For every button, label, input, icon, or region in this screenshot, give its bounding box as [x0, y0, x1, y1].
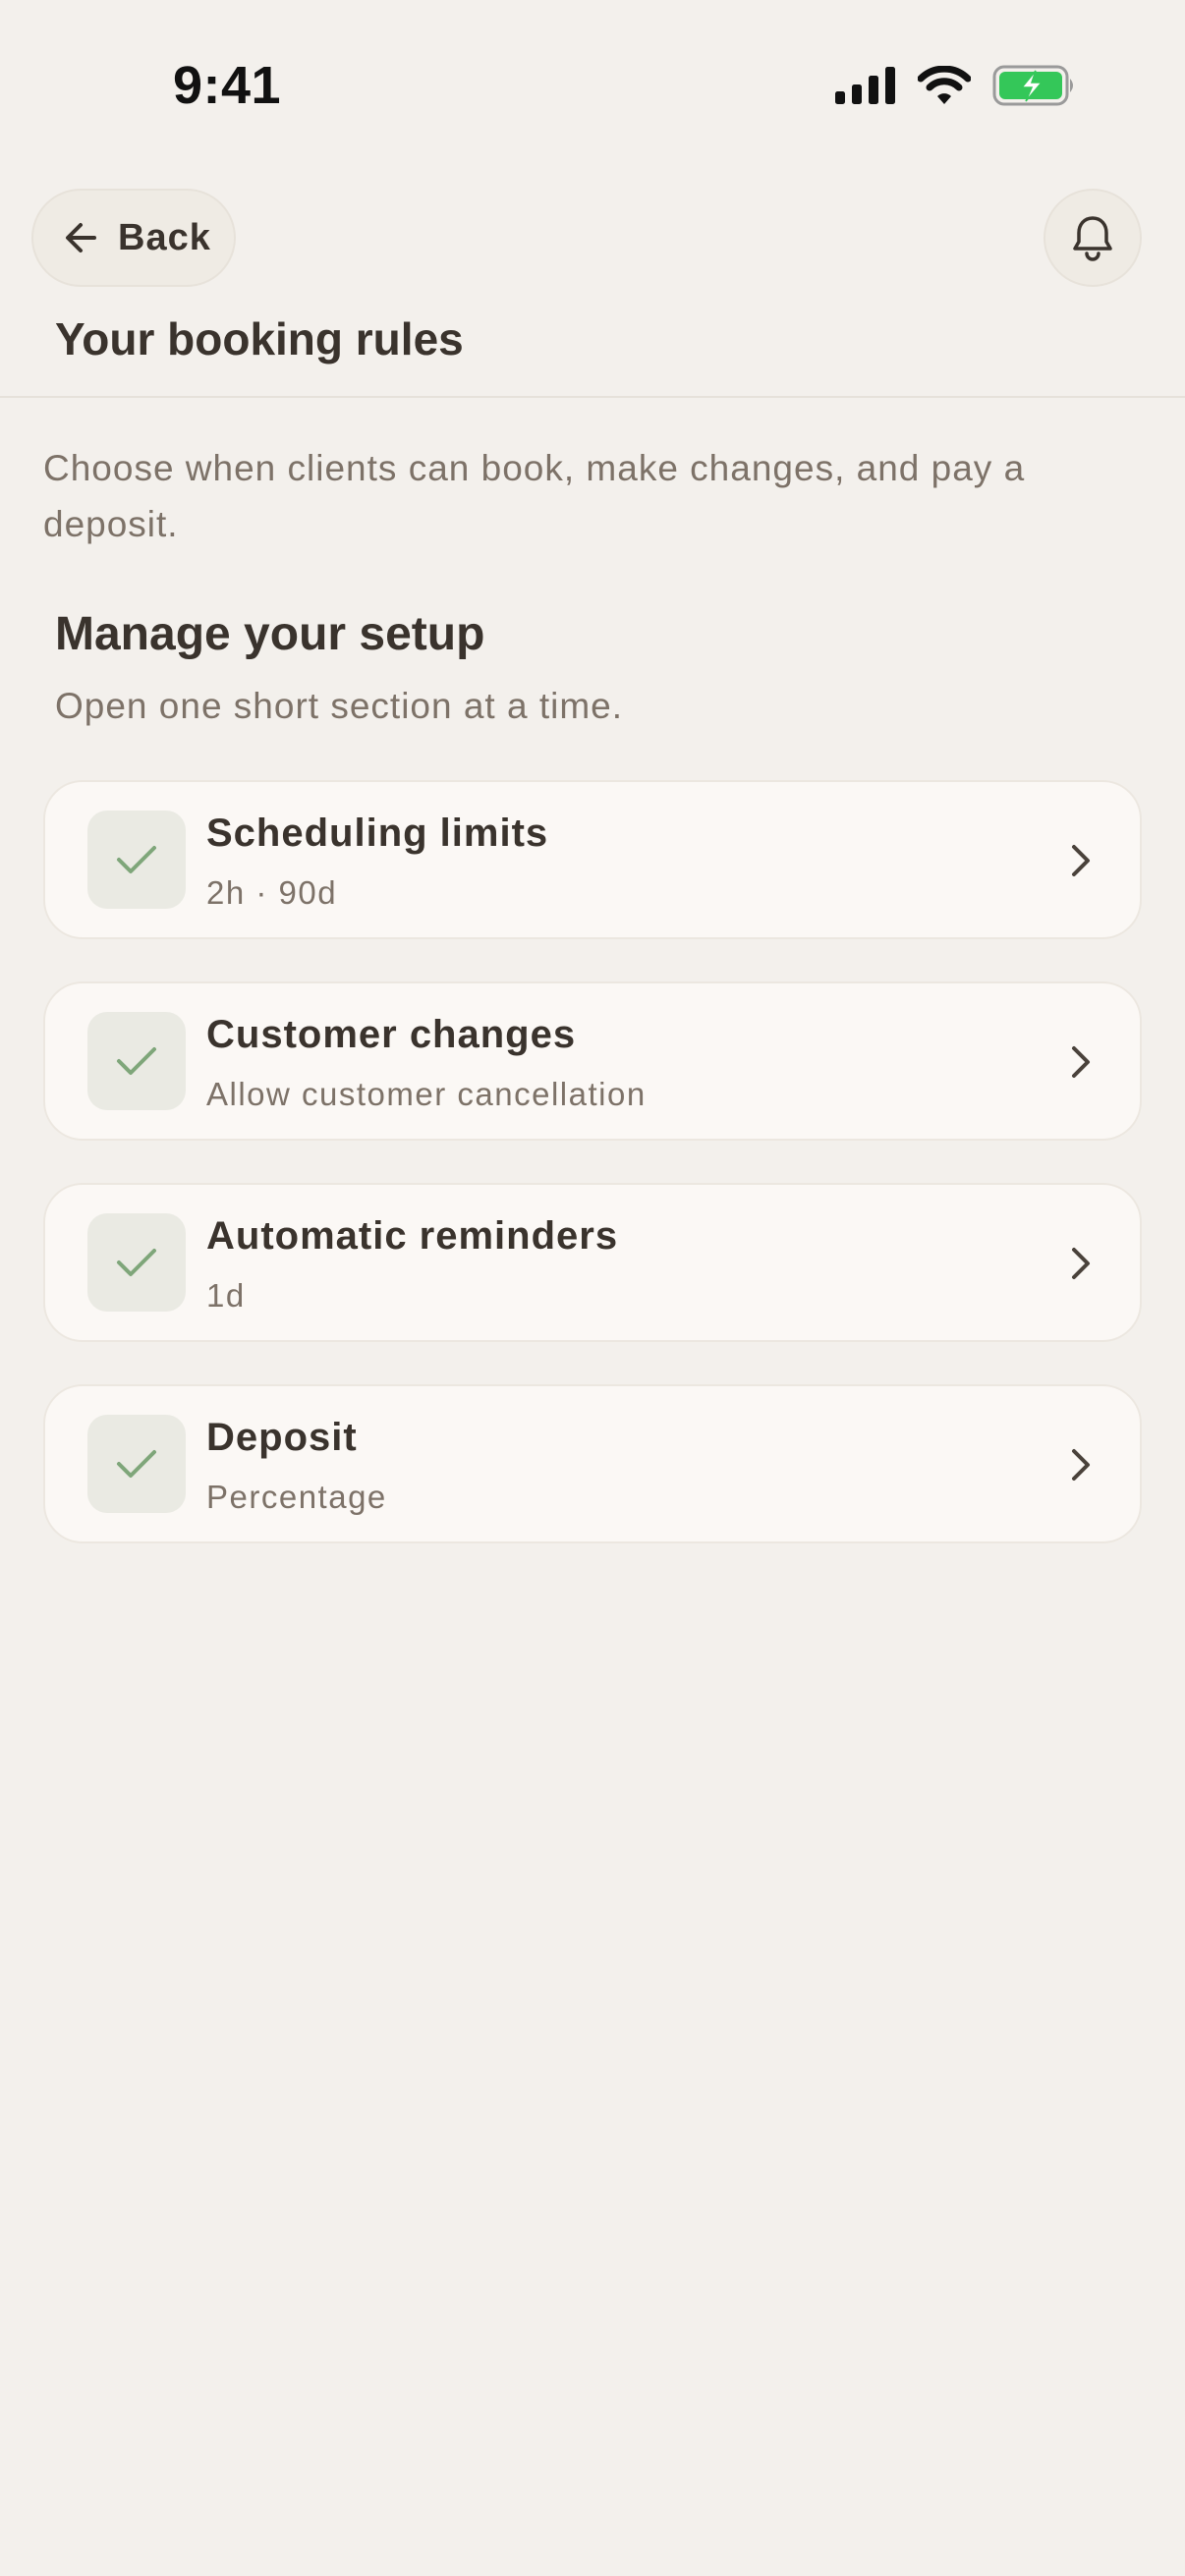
cellular-signal-icon: [835, 67, 895, 104]
status-check: [87, 1213, 186, 1312]
chevron-right-icon: [1072, 1046, 1090, 1078]
check-icon: [117, 1047, 156, 1075]
chevron-right-icon: [1072, 1449, 1090, 1481]
chevron-right-icon: [1072, 845, 1090, 876]
card-subtitle: 1d: [206, 1277, 246, 1314]
intro-text: Choose when clients can book, make chang…: [43, 448, 1026, 544]
bell-icon: [1073, 216, 1112, 261]
check-icon: [117, 1249, 156, 1276]
card-subtitle: 2h · 90d: [206, 874, 338, 911]
card-subtitle: Percentage: [206, 1479, 387, 1515]
status-check: [87, 1415, 186, 1513]
card-subtitle: Allow customer cancellation: [206, 1076, 647, 1112]
back-button[interactable]: Back: [31, 189, 236, 287]
card-title: Deposit: [206, 1416, 358, 1459]
card-title: Scheduling limits: [206, 812, 549, 855]
section-subtitle: Open one short section at a time.: [55, 686, 624, 726]
card-deposit[interactable]: Deposit Percentage: [43, 1384, 1142, 1543]
page-title: Your booking rules: [55, 313, 464, 364]
status-icons: [835, 65, 1077, 106]
header-divider: [0, 396, 1185, 398]
wifi-icon: [918, 66, 971, 104]
battery-charging-icon: [992, 65, 1073, 106]
arrow-left-icon: [66, 223, 96, 252]
status-bar: 9:41: [0, 0, 1185, 167]
back-label: Back: [118, 216, 211, 258]
card-automatic-reminders[interactable]: Automatic reminders 1d: [43, 1183, 1142, 1342]
status-check: [87, 811, 186, 909]
check-icon: [117, 1450, 156, 1478]
card-customer-changes[interactable]: Customer changes Allow customer cancella…: [43, 981, 1142, 1141]
card-title: Customer changes: [206, 1013, 577, 1056]
status-time: 9:41: [173, 56, 282, 115]
status-check: [87, 1012, 186, 1110]
card-title: Automatic reminders: [206, 1214, 619, 1258]
card-scheduling-limits[interactable]: Scheduling limits 2h · 90d: [43, 780, 1142, 939]
section-title: Manage your setup: [55, 608, 485, 660]
check-icon: [117, 846, 156, 873]
notifications-button[interactable]: [1044, 189, 1142, 287]
chevron-right-icon: [1072, 1248, 1090, 1279]
